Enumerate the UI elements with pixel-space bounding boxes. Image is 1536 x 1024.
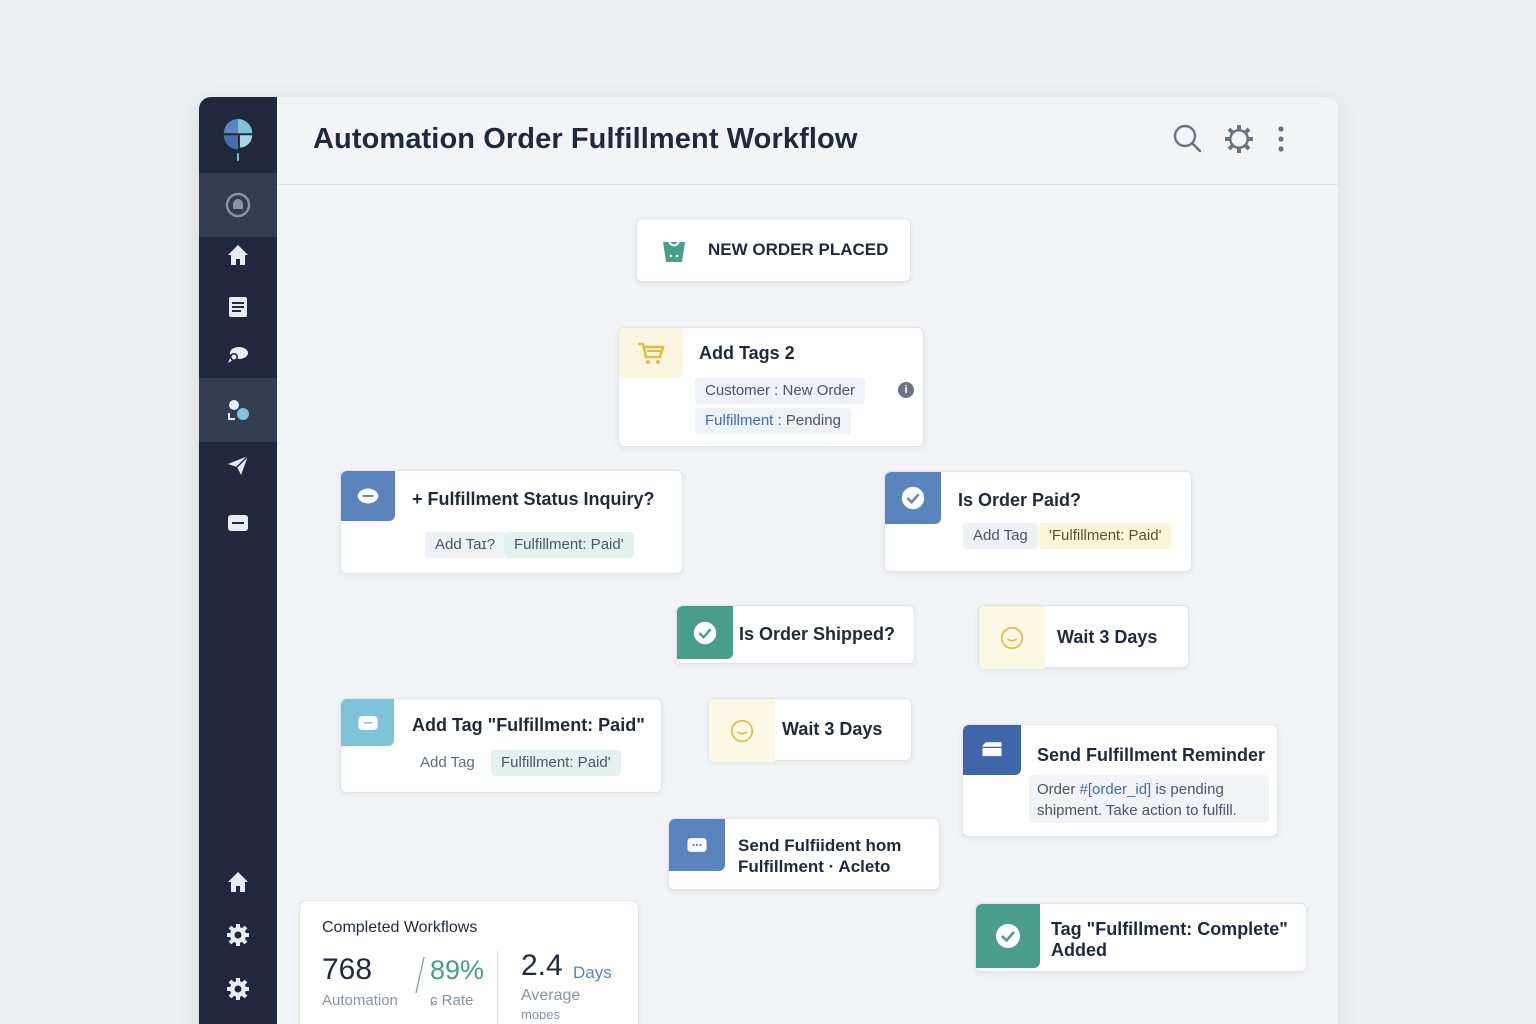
check-circle-icon (976, 904, 1040, 968)
completed-workflows-card: Completed Workflows 768 Automation 89% ɕ… (299, 900, 639, 1024)
add-tag-label: Add Taɪ? (425, 532, 506, 558)
document-icon (229, 297, 247, 317)
divider-slash (415, 956, 425, 994)
node-title-line-2: Added (1051, 940, 1107, 960)
node-title: Is Order Paid? (958, 490, 1082, 510)
tag-chip: Fulfillment: Paid' (504, 532, 634, 558)
search-button[interactable] (1172, 123, 1204, 155)
reminder-text: is pending (1151, 781, 1224, 798)
node-new-order-placed[interactable]: NEW ORDER PLACED (636, 218, 911, 282)
automation-count: 768 (322, 953, 373, 986)
inbox-icon (225, 192, 251, 218)
settings-button[interactable] (1223, 123, 1255, 155)
node-title: Send Fulfillment Reminder (1037, 745, 1266, 765)
tag-key: Fulfillment (705, 412, 774, 429)
add-tag-label: Add Tag (963, 523, 1038, 549)
sidebar-item-settings[interactable] (199, 913, 277, 957)
clock-icon (709, 699, 775, 762)
tag-value: : Pending (773, 412, 841, 429)
check-circle-icon (885, 472, 941, 524)
check-circle-icon (677, 606, 733, 659)
reminder-message: Order #[order_id] is pending shipment. T… (1029, 775, 1269, 823)
order-id-variable: #[order_id] (1079, 781, 1152, 798)
add-tag-label: Add Tag (420, 754, 475, 771)
message-icon (341, 699, 394, 746)
reminder-line-2: shipment. Take action to fulfill. (1037, 802, 1237, 819)
automation-label: Automation (322, 992, 398, 1009)
node-title: NEW ORDER PLACED (708, 240, 889, 259)
node-add-tags[interactable]: Add Tags 2 Customer : New Order Fulfillm… (618, 327, 924, 447)
node-title-line-2: Fulfillment · Acleto (738, 857, 891, 876)
folder-icon (963, 725, 1021, 775)
clock-icon (979, 606, 1045, 669)
sidebar-item-send[interactable] (199, 443, 277, 487)
home-icon (228, 872, 248, 892)
page-title: Automation Order Fulfillment Workflow (313, 123, 858, 155)
reminder-text: Order (1037, 781, 1080, 798)
average-label-2: moɒes (521, 1007, 561, 1022)
node-title-line-1: Tag "Fulfillment: Complete" (1051, 919, 1288, 939)
node-title: Is Order Shipped? (739, 624, 896, 644)
sidebar-item-workflows[interactable] (199, 378, 277, 442)
chat-icon (228, 347, 248, 363)
node-send-fulfillment[interactable]: Send Fulfiident hom Fulfillment · Acleto (668, 818, 940, 890)
tag-chip: 'Fulfillment: Paid' (1039, 523, 1172, 549)
home-icon (228, 245, 248, 265)
tag-chip-customer: Customer : New Order (695, 378, 866, 404)
days-unit: Days (573, 963, 612, 982)
more-vertical-icon (1278, 126, 1284, 152)
shopping-bag-icon (657, 235, 691, 267)
stats-title: Completed Workflows (322, 919, 478, 936)
node-title-line-1: Send Fulfiident hom (738, 836, 902, 855)
rate-value: 89% (430, 955, 485, 985)
more-options-button[interactable] (1269, 123, 1293, 155)
info-icon[interactable]: i (898, 382, 914, 398)
sidebar-item-documents[interactable] (199, 285, 277, 329)
tag-chip-fulfillment: Fulfillment : Pending (695, 408, 851, 434)
gear-icon (1225, 125, 1253, 153)
node-is-order-paid[interactable]: Is Order Paid? Add Tag 'Fulfillment: Pai… (884, 471, 1192, 572)
node-send-fulfillment-reminder[interactable]: Send Fulfillment Reminder Order #[order_… (962, 724, 1278, 837)
node-tag-fulfillment-complete[interactable]: Tag "Fulfillment: Complete" Added (975, 903, 1307, 972)
sidebar-item-inbox[interactable] (199, 173, 277, 237)
sidebar-item-settings-2[interactable] (199, 967, 277, 1011)
header-bar: Automation Order Fulfillment Workflow (277, 97, 1338, 185)
app-logo[interactable] (199, 107, 277, 171)
node-is-order-shipped[interactable]: Is Order Shipped? (676, 605, 915, 664)
node-title: Add Tags 2 (699, 343, 795, 363)
node-add-tag-fulfillment-paid[interactable]: Add Tag "Fulfillment: Paid" Add Tag Fulf… (340, 698, 662, 793)
message-icon (228, 515, 248, 531)
node-fulfillment-status-inquiry[interactable]: + Fulfillment Status Inquiry? Add Taɪ? F… (340, 470, 683, 574)
cart-icon (619, 328, 683, 378)
node-title: Wait 3 Days (782, 719, 883, 739)
sidebar-item-chat[interactable] (199, 333, 277, 377)
stats-divider (497, 951, 498, 1023)
gear-icon (227, 924, 249, 946)
node-wait-3-days-right[interactable]: Wait 3 Days (978, 605, 1189, 669)
logo-icon (223, 119, 253, 161)
rate-label: ɕ Rate (430, 992, 474, 1009)
reminder-line-1: Order #[order_id] is pending (1037, 781, 1224, 798)
sidebar-item-messages[interactable] (199, 501, 277, 545)
sidebar-item-home[interactable] (199, 233, 277, 277)
workflow-icon (228, 400, 249, 420)
chat-bubble-icon (341, 471, 395, 521)
node-title: Wait 3 Days (1057, 627, 1158, 647)
node-title: Add Tag "Fulfillment: Paid" (412, 715, 645, 735)
node-wait-3-days-center[interactable]: Wait 3 Days (708, 698, 912, 762)
average-days-value: 2.4 (521, 949, 563, 982)
search-icon (1173, 124, 1202, 153)
node-title: + Fulfillment Status Inquiry? (412, 489, 655, 509)
average-label: Average (521, 987, 581, 1004)
gear-icon (227, 978, 249, 1000)
send-icon (228, 455, 249, 475)
message-icon (669, 819, 725, 871)
sidebar-item-home-bottom[interactable] (199, 860, 277, 904)
tag-chip: Fulfillment: Paid' (491, 750, 621, 776)
sidebar (199, 97, 277, 1024)
